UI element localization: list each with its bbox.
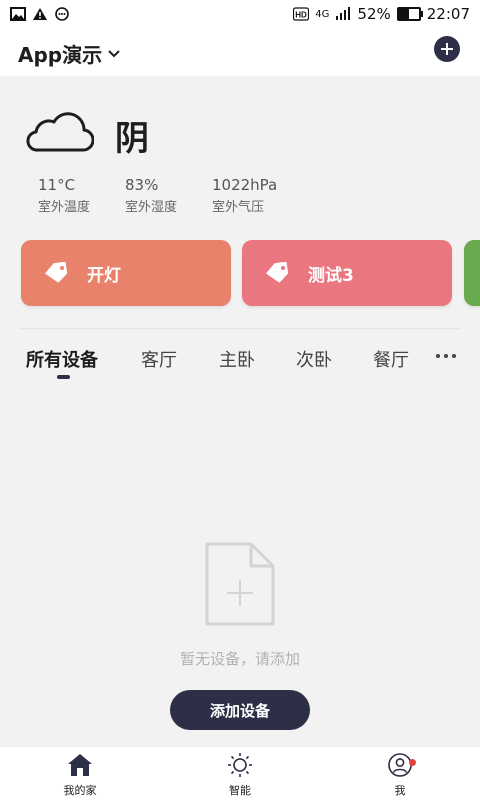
nav-label: 智能 <box>229 784 251 797</box>
scene-card-partial[interactable] <box>464 240 480 306</box>
dot <box>452 354 456 358</box>
temperature-stat: 11°C 室外温度 <box>38 176 90 215</box>
more-dots-icon[interactable] <box>436 354 456 358</box>
weather-condition: 阴 <box>115 119 149 159</box>
status-bar-left <box>0 7 70 21</box>
tab-second-bedroom[interactable]: 次卧 <box>296 346 332 372</box>
active-tab-indicator <box>57 375 70 379</box>
scene-card-test3[interactable]: 测试3 <box>242 240 452 306</box>
plus-circle-icon <box>441 43 453 55</box>
scene-label: 开灯 <box>87 265 121 286</box>
nav-item-me[interactable]: 我 <box>360 753 440 798</box>
nav-label: 我 <box>394 784 406 797</box>
network-type: 4G <box>315 8 330 20</box>
status-bar-right: HD 4G 52% 22:07 <box>293 5 480 23</box>
temperature-value: 11°C <box>38 176 76 194</box>
add-file-icon <box>205 542 275 626</box>
add-device-button[interactable]: 添加设备 <box>170 690 310 730</box>
chat-icon <box>55 7 69 21</box>
nav-item-my-home[interactable]: 我的家 <box>40 753 120 798</box>
tab-dining-room[interactable]: 餐厅 <box>373 346 409 372</box>
pressure-stat: 1022hPa 室外气压 <box>212 176 277 215</box>
pressure-value: 1022hPa <box>212 176 278 194</box>
scene-label: 测试3 <box>308 265 354 286</box>
tab-master-bedroom[interactable]: 主卧 <box>219 346 255 372</box>
room-tabs: 所有设备 客厅 主卧 次卧 餐厅 <box>0 340 480 380</box>
divider <box>20 328 460 329</box>
home-icon <box>68 754 92 776</box>
bottom-nav: 我的家 智能 我 <box>0 746 480 801</box>
humidity-stat: 83% 室外湿度 <box>125 176 177 215</box>
notification-badge <box>409 759 416 766</box>
humidity-label: 室外湿度 <box>125 200 178 215</box>
nav-label: 我的家 <box>63 784 97 797</box>
battery-percent: 52% <box>357 5 391 23</box>
hd-icon: HD <box>293 7 310 21</box>
tag-icon <box>265 262 289 283</box>
add-button[interactable] <box>434 36 460 62</box>
clock: 22:07 <box>426 5 470 23</box>
nav-item-smart[interactable]: 智能 <box>200 753 280 798</box>
dot <box>444 354 448 358</box>
temperature-label: 室外温度 <box>38 200 91 215</box>
warning-icon <box>33 8 47 20</box>
chevron-down-icon <box>108 49 120 57</box>
humidity-value: 83% <box>125 176 159 194</box>
weather-panel: 阴 11°C 室外温度 83% 室外湿度 1022hPa 室外气压 <box>0 76 480 236</box>
tab-living-room[interactable]: 客厅 <box>141 346 177 372</box>
empty-message: 暂无设备，请添加 <box>179 650 300 668</box>
scene-card-lights-on[interactable]: 开灯 <box>21 240 231 306</box>
tag-icon <box>44 262 68 283</box>
battery-icon <box>396 7 423 21</box>
header: App演示 <box>0 28 480 76</box>
empty-state <box>0 540 480 632</box>
home-selector[interactable]: App演示 <box>18 39 120 68</box>
svg-text:HD: HD <box>296 11 308 20</box>
signal-icon <box>336 7 351 20</box>
tab-all-devices[interactable]: 所有设备 <box>26 346 98 372</box>
cloud-icon <box>26 112 94 152</box>
battery-fill <box>398 9 410 19</box>
status-bar: HD 4G 52% 22:07 <box>0 0 480 28</box>
image-icon <box>10 7 26 21</box>
dot <box>436 354 440 358</box>
sun-icon <box>228 753 252 777</box>
pressure-label: 室外气压 <box>212 200 265 215</box>
home-title: App演示 <box>18 43 103 67</box>
